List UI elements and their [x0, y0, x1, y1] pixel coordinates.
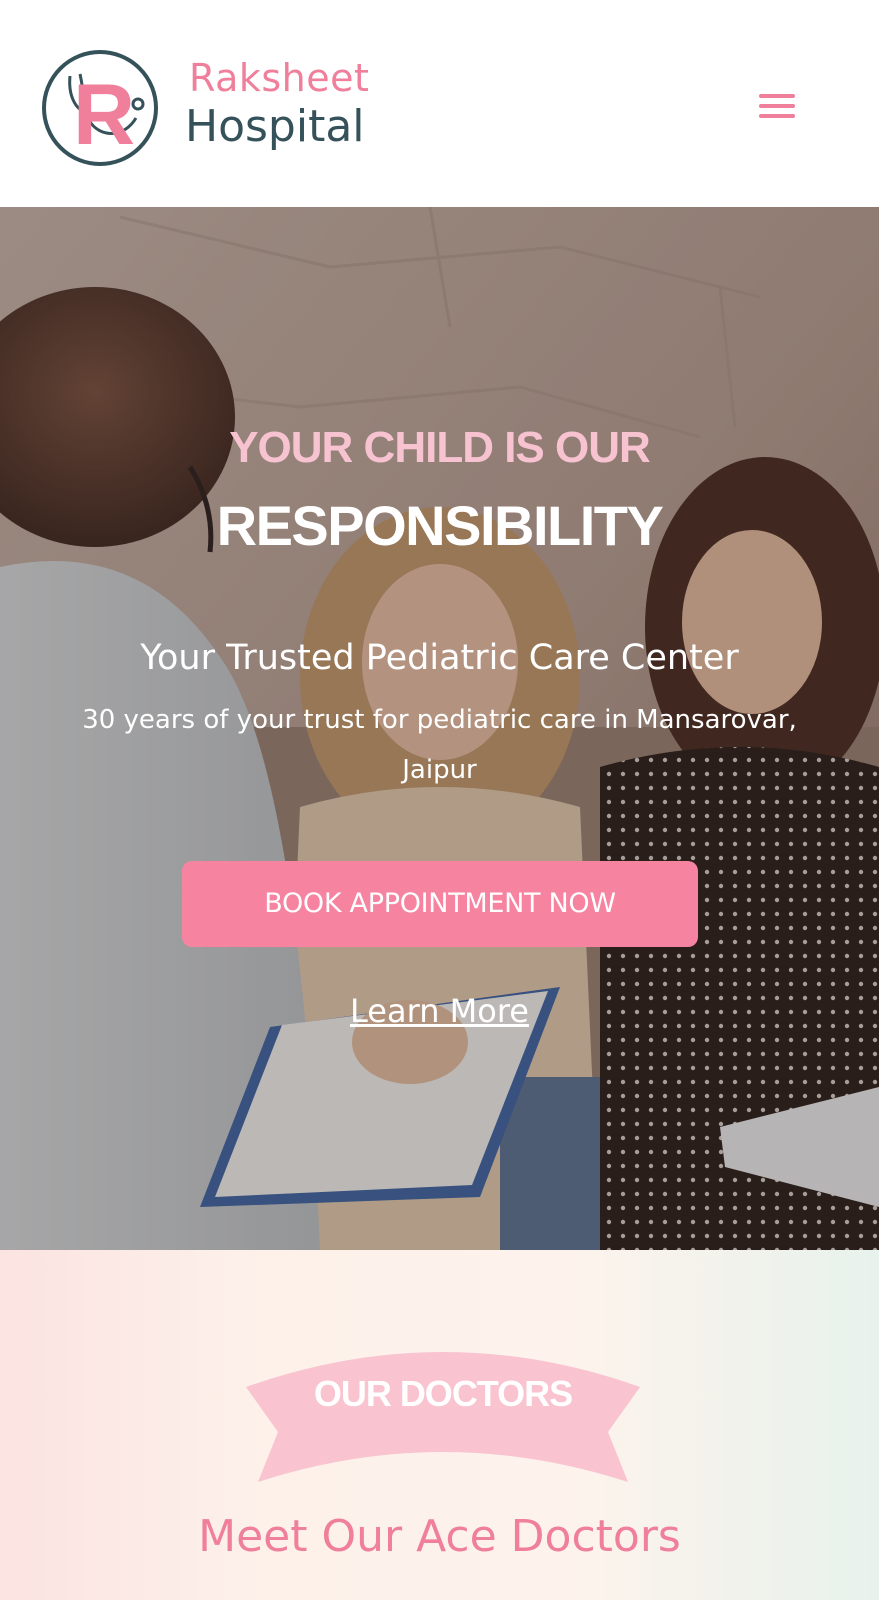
section-ribbon-label: OUR DOCTORS	[313, 1373, 573, 1414]
doctors-section: OUR DOCTORS Meet Our Ace Doctors	[0, 1250, 879, 1600]
menu-bar-top	[759, 94, 795, 98]
menu-bar-middle	[759, 104, 795, 108]
learn-more-link[interactable]: Learn More	[0, 991, 879, 1031]
hero-description: 30 years of your trust for pediatric car…	[82, 705, 797, 785]
hero-title: RESPONSIBILITY	[216, 494, 664, 557]
site-header: R Raksheet Hospital	[0, 0, 879, 207]
brand-name-bottom[interactable]: Hospital	[185, 101, 365, 153]
menu-bar-bottom	[759, 114, 795, 118]
logo-letter: R	[73, 67, 135, 163]
hamburger-menu-icon[interactable]	[755, 90, 799, 122]
doctors-heading: Meet Our Ace Doctors	[198, 1511, 681, 1562]
book-appointment-button[interactable]: BOOK APPOINTMENT NOW	[182, 861, 698, 947]
hospital-logo-icon[interactable]: R	[40, 48, 160, 168]
hero-kicker: YOUR CHILD IS OUR	[229, 423, 651, 472]
hero-subtitle: Your Trusted Pediatric Care Center	[140, 638, 739, 678]
brand-name-top[interactable]: Raksheet	[189, 56, 369, 100]
hero-section: YOUR CHILD IS OUR RESPONSIBILITY Your Tr…	[0, 207, 879, 1250]
